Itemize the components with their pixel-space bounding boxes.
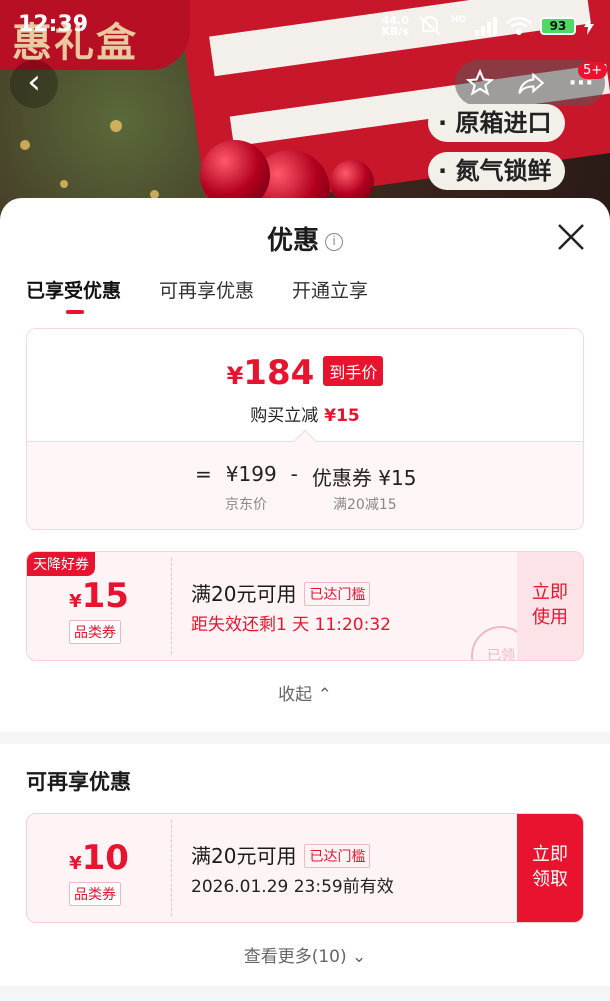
info-icon[interactable]: i: [325, 232, 343, 251]
tab-enjoyed[interactable]: 已享受优惠: [26, 276, 121, 314]
battery-indicator: 93: [540, 17, 576, 35]
chevron-down-icon: ⌄: [352, 947, 367, 967]
message-badge: 5+: [578, 62, 608, 79]
price-formula: = ¥199 - 优惠券 ¥15: [195, 462, 417, 490]
discount-sheet: 优惠 i 已享受优惠 可再享优惠 开通立享 ¥184 到手价 购买立减 ¥15 = …: [0, 198, 610, 1001]
star-icon[interactable]: [466, 69, 495, 97]
feature-pill-import: · 原箱进口: [428, 104, 566, 142]
section-title-more: 可再享优惠: [26, 770, 131, 794]
sheet-title-bar: 优惠 i: [0, 220, 610, 257]
charging-icon: [584, 17, 594, 35]
final-price-tag: 到手价: [323, 356, 384, 386]
coupon-condition: 满20元可用 已达门槛: [191, 578, 371, 607]
coupon-amount: ¥15: [69, 576, 129, 616]
sheet-title: 优惠: [266, 226, 319, 256]
network-speed: 44.0 KB/s: [381, 14, 409, 38]
coupon-amount: ¥10: [69, 838, 129, 878]
back-button[interactable]: ‹: [10, 60, 58, 108]
share-icon[interactable]: [517, 69, 545, 97]
mute-icon: [419, 16, 441, 36]
chevron-left-icon: ‹: [27, 62, 41, 102]
original-price-label: 京东价: [225, 497, 267, 513]
coupon-card-applied: 天降好券 ¥15 品类券 满20元可用 已达门槛 距失效还剩1 天 11:20:3…: [26, 551, 584, 661]
coupon-rule-label: 满20减15: [333, 497, 397, 513]
claim-now-button[interactable]: 立即 领取: [517, 814, 583, 922]
wifi-icon: [506, 16, 532, 35]
tab-membership[interactable]: 开通立享: [292, 276, 368, 303]
coupon-category: 品类券: [69, 620, 121, 644]
coupon-condition: 满20元可用 已达门槛: [191, 840, 371, 869]
threshold-badge: 已达门槛: [304, 844, 371, 868]
chevron-up-icon: ⌃: [317, 685, 332, 705]
price-breakdown-card: ¥184 到手价 购买立减 ¥15 = ¥199 - 优惠券 ¥15 京东价 满2…: [26, 328, 584, 530]
feature-pill-fresh: · 氮气锁鲜: [428, 152, 566, 190]
status-bar: 12:39 44.0 KB/s HD 93: [0, 0, 610, 50]
final-price: ¥184 到手价: [27, 353, 583, 393]
signal-icon: [475, 17, 497, 36]
close-icon[interactable]: [556, 222, 586, 252]
use-now-button[interactable]: 立即 使用: [517, 552, 583, 660]
coupon-card-available: ¥10 品类券 满20元可用 已达门槛 2026.01.29 23:59前有效 立…: [26, 813, 584, 923]
collapse-button[interactable]: 收起 ⌃: [0, 680, 610, 705]
coupon-category: 品类券: [69, 882, 121, 906]
hd-label: HD: [450, 15, 466, 25]
original-price: ¥199: [225, 462, 277, 486]
instant-reduction: 购买立减 ¥15: [250, 406, 360, 426]
discount-tabs: 已享受优惠 可再享优惠 开通立享: [26, 276, 368, 314]
status-time: 12:39: [18, 12, 89, 37]
coupon-expiry: 2026.01.29 23:59前有效: [191, 877, 394, 897]
tab-more-available[interactable]: 可再享优惠: [159, 276, 254, 303]
threshold-badge: 已达门槛: [304, 582, 371, 606]
coupon-countdown: 距失效还剩1 天 11:20:32: [191, 615, 391, 635]
view-more-button[interactable]: 查看更多(10) ⌄: [0, 942, 610, 967]
